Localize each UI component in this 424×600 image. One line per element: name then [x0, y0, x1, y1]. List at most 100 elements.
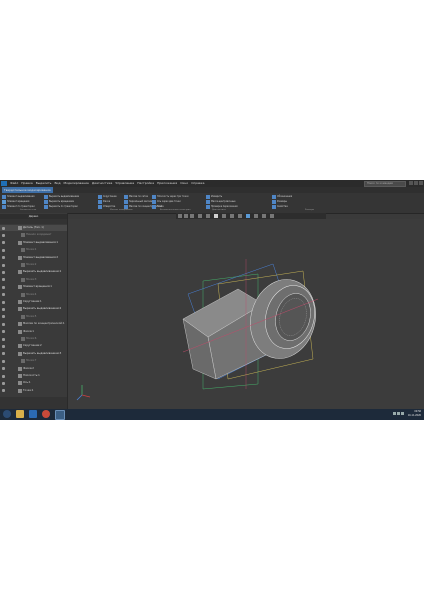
- visibility-toggle-icon[interactable]: [2, 374, 5, 378]
- tree-row[interactable]: Эскиз:1: [0, 247, 67, 253]
- tree-row[interactable]: Элемент вращения:1: [0, 284, 67, 290]
- wireframe-icon[interactable]: [222, 214, 226, 218]
- visibility-toggle-icon[interactable]: [2, 352, 5, 356]
- tree-row[interactable]: Ось:1: [0, 380, 67, 386]
- ribbon-label[interactable]: Элемент вращения: [7, 200, 29, 203]
- grid-array-icon[interactable]: [124, 195, 128, 199]
- tree-row[interactable]: Вырезать выдавливанием:3: [0, 351, 67, 357]
- explorer-taskbar-icon[interactable]: [16, 410, 24, 418]
- point-icon[interactable]: [152, 205, 156, 209]
- visibility-toggle-icon[interactable]: [2, 278, 5, 282]
- ribbon-label[interactable]: Вырезать вращением: [49, 200, 74, 203]
- visibility-toggle-icon[interactable]: [2, 241, 5, 245]
- dimension-icon[interactable]: [272, 200, 276, 204]
- close-button[interactable]: [419, 181, 423, 185]
- ribbon-label[interactable]: Массив по сетке: [129, 195, 148, 198]
- menu-window[interactable]: Окно: [180, 180, 188, 187]
- app-taskbar-icon[interactable]: [29, 410, 37, 418]
- ribbon-label[interactable]: Фаска: [103, 200, 110, 203]
- menu-view[interactable]: Вид: [54, 180, 60, 187]
- tree-row[interactable]: Элемент выдавливания:2: [0, 255, 67, 261]
- browser-taskbar-icon[interactable]: [42, 410, 50, 418]
- sweep-icon[interactable]: [2, 205, 6, 209]
- tree-row[interactable]: Деталь (Тел. 1): [0, 225, 67, 231]
- shaded-icon[interactable]: [214, 214, 218, 218]
- menu-select[interactable]: Выделить: [36, 180, 52, 187]
- start-button[interactable]: [3, 410, 11, 418]
- mirror-icon[interactable]: [124, 200, 128, 204]
- visibility-toggle-icon[interactable]: [2, 367, 5, 371]
- ribbon-label[interactable]: Ось через две точки: [157, 200, 181, 203]
- hole-icon[interactable]: [98, 205, 102, 209]
- mass-properties-icon[interactable]: [206, 200, 210, 204]
- pan-icon[interactable]: [184, 214, 188, 218]
- filter-icon[interactable]: [238, 214, 242, 218]
- fillet-icon[interactable]: [98, 195, 102, 199]
- cad-taskbar-icon[interactable]: [55, 410, 65, 420]
- properties-icon[interactable]: [272, 205, 276, 209]
- tree-row[interactable]: Эскиз:6: [0, 336, 67, 342]
- ribbon-label[interactable]: Вырезать выдавливанием: [49, 195, 79, 198]
- menu-diagnostics[interactable]: Диагностика: [92, 180, 113, 187]
- tree-row[interactable]: Фаска:1: [0, 329, 67, 335]
- tree-row[interactable]: Эскиз:5: [0, 314, 67, 320]
- annotation-icon[interactable]: [272, 195, 276, 199]
- display-mode-icon[interactable]: [206, 214, 210, 218]
- layers-icon[interactable]: [270, 214, 274, 218]
- menu-file[interactable]: Файл: [10, 180, 18, 187]
- snap-icon[interactable]: [246, 214, 250, 218]
- tree-row[interactable]: Вырезать выдавливанием:2: [0, 306, 67, 312]
- menu-settings[interactable]: Настройка: [137, 180, 154, 187]
- chamfer-icon[interactable]: [98, 200, 102, 204]
- maximize-button[interactable]: [414, 181, 418, 185]
- language-icon[interactable]: [401, 412, 404, 415]
- ribbon-label[interactable]: Проверка пересечения: [211, 205, 238, 208]
- model-view[interactable]: [68, 219, 424, 409]
- visibility-toggle-icon[interactable]: [2, 359, 5, 363]
- cut-extrude-icon[interactable]: [44, 195, 48, 199]
- visibility-toggle-icon[interactable]: [2, 233, 5, 237]
- visibility-toggle-icon[interactable]: [2, 270, 5, 274]
- tree-row[interactable]: Точка:1: [0, 388, 67, 394]
- ribbon-label[interactable]: Размеры: [277, 200, 287, 203]
- menu-help[interactable]: Справка: [191, 180, 204, 187]
- measure-tool-icon[interactable]: [262, 214, 266, 218]
- tree-row[interactable]: Плоскость:1: [0, 373, 67, 379]
- rotate-icon[interactable]: [190, 214, 194, 218]
- tree-row[interactable]: Скругление:2: [0, 343, 67, 349]
- minimize-button[interactable]: [409, 181, 413, 185]
- intersection-check-icon[interactable]: [206, 205, 210, 209]
- visibility-toggle-icon[interactable]: [2, 381, 5, 385]
- visibility-toggle-icon[interactable]: [2, 300, 5, 304]
- volume-icon[interactable]: [397, 412, 400, 415]
- visibility-toggle-icon[interactable]: [2, 337, 5, 341]
- menu-edit[interactable]: Правка: [21, 180, 32, 187]
- visibility-toggle-icon[interactable]: [2, 307, 5, 311]
- clock[interactable]: 09:56 16.11.2020: [408, 410, 421, 418]
- ribbon-label[interactable]: Вырезать по траектории: [49, 205, 78, 208]
- extrude-icon[interactable]: [2, 195, 6, 199]
- plane-icon[interactable]: [152, 195, 156, 199]
- tree-row[interactable]: Эскиз:7: [0, 358, 67, 364]
- visibility-icon[interactable]: [254, 214, 258, 218]
- tree-row[interactable]: Начало координат: [0, 232, 67, 238]
- tree-row[interactable]: Фаска:2: [0, 366, 67, 372]
- visibility-toggle-icon[interactable]: [2, 315, 5, 319]
- visibility-toggle-icon[interactable]: [2, 285, 5, 289]
- visibility-toggle-icon[interactable]: [2, 293, 5, 297]
- tree-row[interactable]: Массив по концентрической:1: [0, 321, 67, 327]
- tree-row[interactable]: Эскиз:3: [0, 277, 67, 283]
- visibility-toggle-icon[interactable]: [2, 344, 5, 348]
- tree-row[interactable]: Эскиз:4: [0, 292, 67, 298]
- ribbon-label[interactable]: Измерить: [211, 195, 222, 198]
- 3d-viewport[interactable]: [68, 219, 424, 409]
- ribbon-label[interactable]: Отверстие: [103, 205, 115, 208]
- menu-apps[interactable]: Приложения: [157, 180, 177, 187]
- section-icon[interactable]: [230, 214, 234, 218]
- ribbon-label[interactable]: Скругление: [103, 195, 117, 198]
- ribbon-label[interactable]: Зеркальный массив: [129, 200, 152, 203]
- visibility-toggle-icon[interactable]: [2, 389, 5, 393]
- revolve-icon[interactable]: [2, 200, 6, 204]
- axis-icon[interactable]: [152, 200, 156, 204]
- ribbon-label[interactable]: Плоскость через три точки: [157, 195, 188, 198]
